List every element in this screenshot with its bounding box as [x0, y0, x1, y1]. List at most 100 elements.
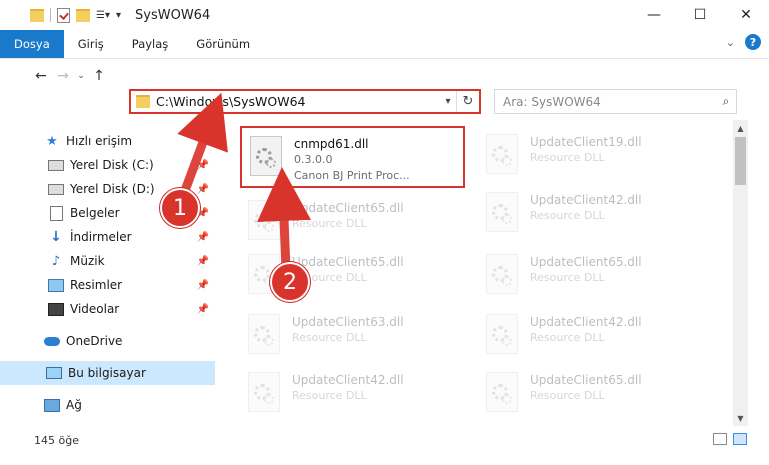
- file-item[interactable]: UpdateClient65.dll Resource DLL: [478, 364, 703, 426]
- tab-share[interactable]: Paylaş: [118, 30, 183, 58]
- folder-icon: [30, 8, 44, 22]
- file-name: UpdateClient42.dll: [292, 373, 404, 387]
- sidebar-item-videos[interactable]: Videolar 📌: [22, 297, 215, 321]
- minimize-button[interactable]: —: [631, 0, 677, 30]
- step-badge-1: 1: [160, 188, 200, 228]
- tab-view[interactable]: Görünüm: [182, 30, 264, 58]
- tiles-view-icon[interactable]: [733, 433, 747, 445]
- customize-toolbar-icon[interactable]: ☰▾: [96, 10, 110, 21]
- search-box[interactable]: Ara: SysWOW64 ⌕: [494, 89, 737, 114]
- dll-file-icon: [482, 192, 522, 236]
- cloud-icon: [44, 334, 60, 348]
- pin-icon[interactable]: 📌: [197, 280, 209, 291]
- file-name: UpdateClient42.dll: [530, 315, 642, 329]
- toolbar-dropdown-icon[interactable]: ▾: [116, 10, 121, 21]
- tab-file[interactable]: Dosya: [0, 30, 64, 58]
- title-bar: ☰▾ ▾ SysWOW64 — ☐ ✕: [0, 0, 769, 30]
- scroll-down-icon[interactable]: ▼: [733, 410, 748, 426]
- file-description: Resource DLL: [530, 151, 605, 164]
- file-item-cnmpd61[interactable]: cnmpd61.dll 0.3.0.0 Canon BJ Print Proc.…: [240, 126, 465, 188]
- file-item[interactable]: UpdateClient63.dll Resource DLL: [240, 306, 465, 368]
- file-description: Canon BJ Print Proc...: [294, 169, 410, 182]
- pin-icon[interactable]: 📌: [197, 184, 209, 195]
- expand-ribbon-icon[interactable]: ⌄: [726, 36, 735, 49]
- file-name: UpdateClient65.dll: [292, 201, 404, 215]
- file-name: cnmpd61.dll: [294, 137, 369, 151]
- chevron-down-icon[interactable]: ▾: [440, 96, 456, 107]
- up-button[interactable]: ↑: [88, 68, 110, 84]
- ribbon-tabs: Dosya Giriş Paylaş Görünüm ⌄ ?: [0, 30, 769, 59]
- dll-file-icon: [482, 314, 522, 358]
- sidebar-item-quick-access[interactable]: ★ Hızlı erişim: [22, 129, 215, 153]
- close-button[interactable]: ✕: [723, 0, 769, 30]
- dll-file-icon: [482, 134, 522, 178]
- sidebar-item-this-pc[interactable]: Bu bilgisayar: [0, 361, 215, 385]
- dll-file-icon: [244, 200, 284, 244]
- search-input[interactable]: Ara: SysWOW64: [495, 95, 716, 109]
- help-icon[interactable]: ?: [745, 34, 761, 50]
- file-description: Resource DLL: [292, 389, 367, 402]
- details-view-icon[interactable]: [713, 433, 727, 445]
- sidebar-item-network[interactable]: Ağ: [22, 393, 215, 417]
- refresh-button[interactable]: ↻: [456, 91, 479, 112]
- sidebar-item-music[interactable]: ♪ Müzik 📌: [22, 249, 215, 273]
- new-folder-icon[interactable]: [76, 8, 90, 22]
- file-name: UpdateClient42.dll: [530, 193, 642, 207]
- address-bar[interactable]: C:\Windows\SysWOW64 ▾ ↻: [129, 89, 481, 114]
- vertical-scrollbar[interactable]: ▲ ▼: [733, 120, 748, 426]
- scrollbar-thumb[interactable]: [735, 137, 746, 185]
- forward-button[interactable]: →: [52, 68, 74, 84]
- pin-icon[interactable]: 📌: [197, 160, 209, 171]
- sidebar-item-local-disk-c[interactable]: Yerel Disk (C:) 📌: [22, 153, 215, 177]
- document-icon: [48, 205, 64, 221]
- pin-icon[interactable]: 📌: [197, 232, 209, 243]
- file-description: Resource DLL: [530, 389, 605, 402]
- tab-home[interactable]: Giriş: [64, 30, 118, 58]
- navigation-bar: ← → ⌄ ↑: [0, 59, 769, 93]
- sidebar-item-pictures[interactable]: Resimler 📌: [22, 273, 215, 297]
- sidebar-item-label: İndirmeler: [70, 230, 132, 244]
- picture-icon: [48, 278, 64, 292]
- sidebar-item-label: Yerel Disk (D:): [70, 182, 155, 196]
- file-item[interactable]: UpdateClient65.dll Resource DLL: [240, 192, 465, 254]
- pin-icon[interactable]: 📌: [197, 304, 209, 315]
- navigation-pane: ★ Hızlı erişim Yerel Disk (C:) 📌 Yerel D…: [0, 129, 215, 417]
- file-name: UpdateClient63.dll: [292, 315, 404, 329]
- sidebar-item-onedrive[interactable]: OneDrive: [22, 329, 215, 353]
- file-description: Resource DLL: [292, 217, 367, 230]
- file-description: Resource DLL: [530, 331, 605, 344]
- sidebar-item-label: OneDrive: [66, 334, 123, 348]
- file-description: Resource DLL: [292, 331, 367, 344]
- scroll-up-icon[interactable]: ▲: [733, 120, 748, 136]
- search-icon[interactable]: ⌕: [716, 94, 736, 109]
- file-item[interactable]: UpdateClient19.dll Resource DLL: [478, 126, 703, 188]
- properties-icon[interactable]: [57, 7, 70, 23]
- download-icon: ↓: [50, 229, 62, 245]
- file-item[interactable]: UpdateClient42.dll Resource DLL: [240, 364, 465, 426]
- video-icon: [48, 302, 64, 316]
- divider: [50, 8, 51, 22]
- folder-icon: [136, 95, 150, 108]
- window-controls: — ☐ ✕: [631, 0, 769, 30]
- quick-access-toolbar: ☰▾ ▾: [30, 7, 121, 23]
- file-item[interactable]: UpdateClient42.dll Resource DLL: [478, 306, 703, 368]
- pin-icon[interactable]: 📌: [197, 256, 209, 267]
- explorer-window: ☰▾ ▾ SysWOW64 — ☐ ✕ Dosya Giriş Paylaş G…: [0, 0, 769, 465]
- network-icon: [44, 398, 60, 412]
- file-item[interactable]: UpdateClient42.dll Resource DLL: [478, 184, 703, 246]
- file-version: 0.3.0.0: [294, 153, 333, 166]
- file-item[interactable]: UpdateClient65.dll Resource DLL: [478, 246, 703, 308]
- sidebar-item-label: Belgeler: [70, 206, 120, 220]
- recent-locations-button[interactable]: ⌄: [74, 71, 88, 81]
- maximize-button[interactable]: ☐: [677, 0, 723, 30]
- disk-icon: [48, 158, 64, 172]
- address-path[interactable]: C:\Windows\SysWOW64: [156, 94, 440, 109]
- dll-file-icon: [482, 372, 522, 416]
- sidebar-item-downloads[interactable]: ↓ İndirmeler 📌: [22, 225, 215, 249]
- music-icon: ♪: [51, 253, 61, 269]
- sidebar-item-label: Yerel Disk (C:): [70, 158, 154, 172]
- file-name: UpdateClient65.dll: [530, 373, 642, 387]
- back-button[interactable]: ←: [30, 68, 52, 84]
- status-bar: 145 öğe: [0, 428, 769, 452]
- sidebar-item-label: Müzik: [70, 254, 105, 268]
